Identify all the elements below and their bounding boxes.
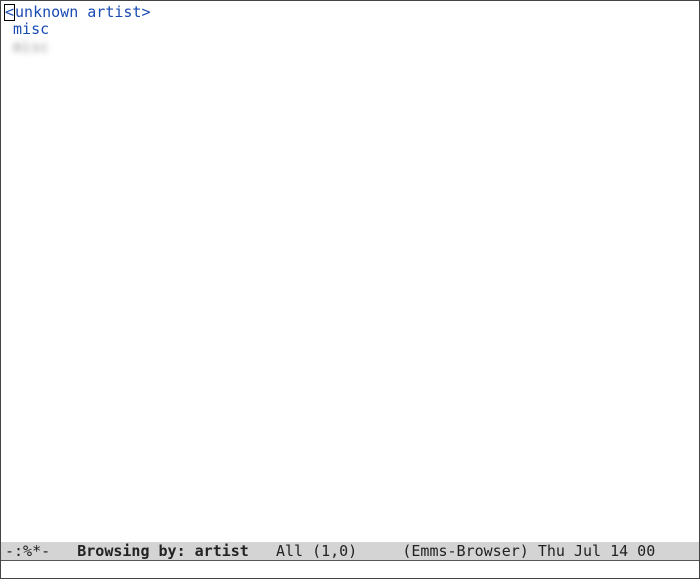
modeline-position: All [276, 542, 303, 560]
modeline-mode: (Emms-Browser) [402, 542, 528, 560]
modeline-coords: (1,0) [312, 542, 357, 560]
track-name: misc [4, 39, 49, 56]
artist-name: unknown artist> [15, 3, 150, 21]
modeline-datetime: Thu Jul 14 00 [538, 542, 655, 560]
artist-entry[interactable]: <unknown artist> [4, 4, 699, 21]
album-entry[interactable]: misc [4, 21, 699, 38]
text-cursor: < [4, 4, 15, 21]
minibuffer[interactable] [1, 560, 699, 578]
modeline-title: Browsing by: artist [77, 542, 249, 560]
track-entry[interactable]: misc [4, 39, 699, 56]
emacs-buffer[interactable]: <unknown artist> misc misc [4, 4, 699, 542]
mode-line: -:%*- Browsing by: artist All (1,0) (Emm… [1, 542, 699, 560]
modeline-prefix: -:%*- [5, 542, 50, 560]
